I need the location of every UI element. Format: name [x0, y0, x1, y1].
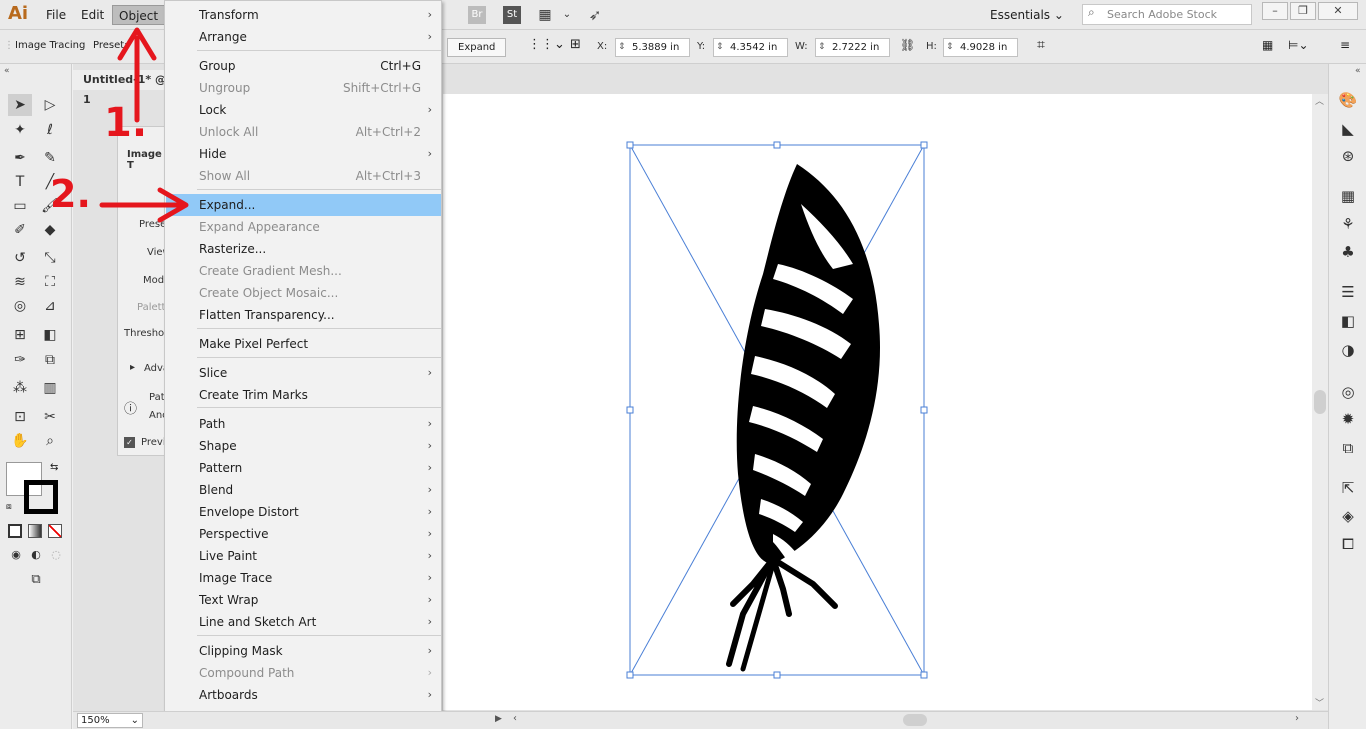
annotation-step-1: 1.: [104, 100, 148, 146]
annotation-arrow-2: [99, 187, 189, 223]
annotation-overlay: [99, 27, 189, 223]
annotation-step-2: 2.: [50, 172, 91, 216]
